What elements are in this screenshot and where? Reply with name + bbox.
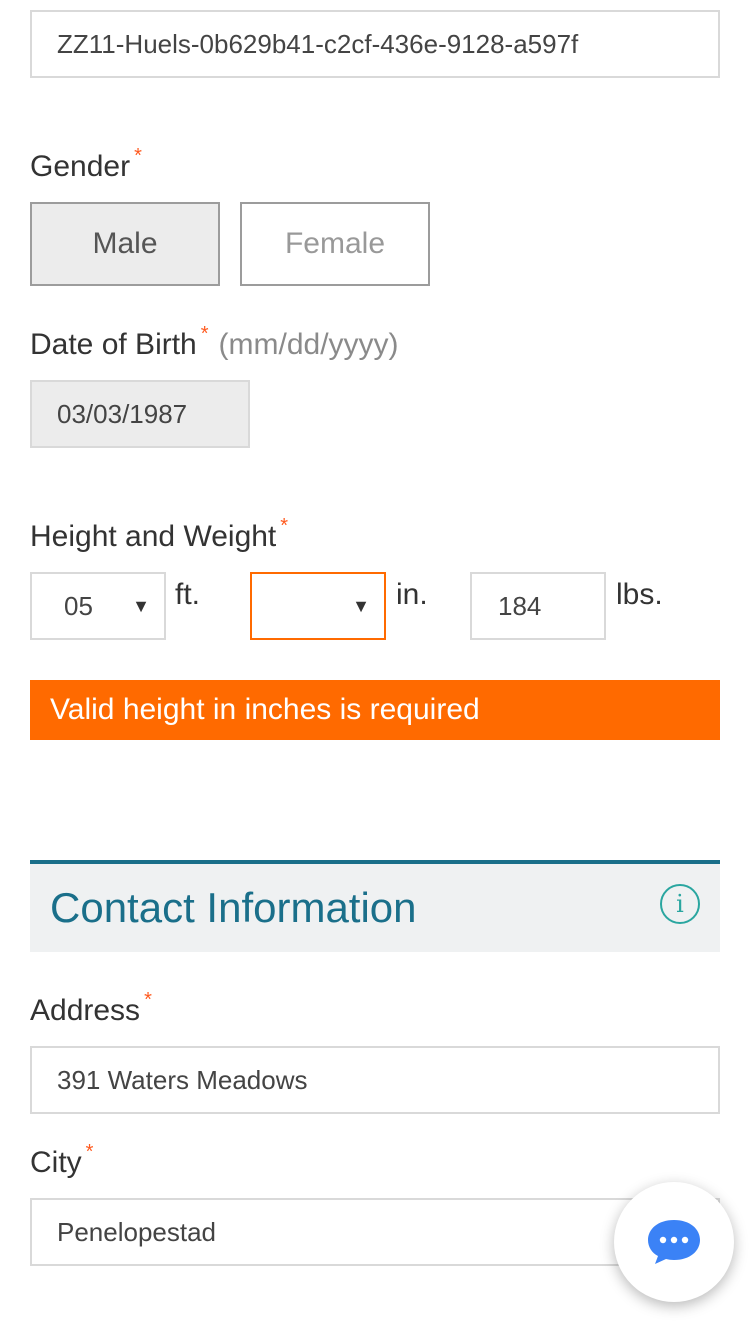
address-input[interactable]: 391 Waters Meadows (30, 1046, 720, 1114)
chevron-down-icon: ▼ (132, 595, 150, 616)
feet-value: 05 (64, 590, 93, 621)
contact-section-header: Contact Information i (30, 860, 720, 952)
feet-select[interactable]: 05 ▼ (30, 572, 166, 640)
required-marker: * (280, 515, 289, 537)
contact-section-title: Contact Information (50, 884, 417, 931)
gender-male-label: Male (92, 227, 158, 260)
city-value: Penelopestad (57, 1216, 217, 1247)
id-field-value: ZZ11-Huels-0b629b41-c2cf-436e-9128-a597f (57, 28, 579, 59)
height-weight-label: Height and Weight * (30, 515, 289, 553)
address-label: Address * (30, 989, 152, 1027)
gender-male-button[interactable]: Male (30, 202, 220, 286)
gender-female-label: Female (284, 227, 386, 260)
gender-female-button[interactable]: Female (240, 202, 430, 286)
dob-input[interactable]: 03/03/1987 (30, 380, 250, 448)
dob-format-hint: (mm/dd/yyyy) (218, 328, 399, 361)
required-marker: * (134, 145, 142, 167)
chat-button[interactable] (614, 1182, 734, 1302)
chat-bubble-icon (648, 1220, 700, 1264)
feet-unit: ft. (175, 578, 201, 611)
required-marker: * (144, 989, 152, 1011)
inches-select[interactable]: ▼ (250, 572, 386, 640)
required-marker: * (85, 1141, 94, 1163)
dob-value: 03/03/1987 (57, 398, 188, 429)
chevron-down-icon: ▼ (352, 595, 370, 616)
required-marker: * (200, 323, 209, 345)
inches-unit: in. (396, 578, 428, 611)
weight-value: 184 (498, 590, 542, 621)
id-field[interactable]: ZZ11-Huels-0b629b41-c2cf-436e-9128-a597f (30, 10, 720, 78)
address-value: 391 Waters Meadows (57, 1064, 308, 1095)
weight-input[interactable]: 184 (470, 572, 606, 640)
height-error-text: Valid height in inches is required (50, 693, 480, 726)
gender-label: Gender * (30, 145, 142, 183)
dob-label: Date of Birth * (mm/dd/yyyy) (30, 323, 399, 361)
height-error-banner: Valid height in inches is required (30, 680, 720, 740)
info-icon[interactable]: i (660, 884, 700, 924)
city-label: City * (30, 1141, 94, 1179)
weight-unit: lbs. (616, 578, 663, 611)
